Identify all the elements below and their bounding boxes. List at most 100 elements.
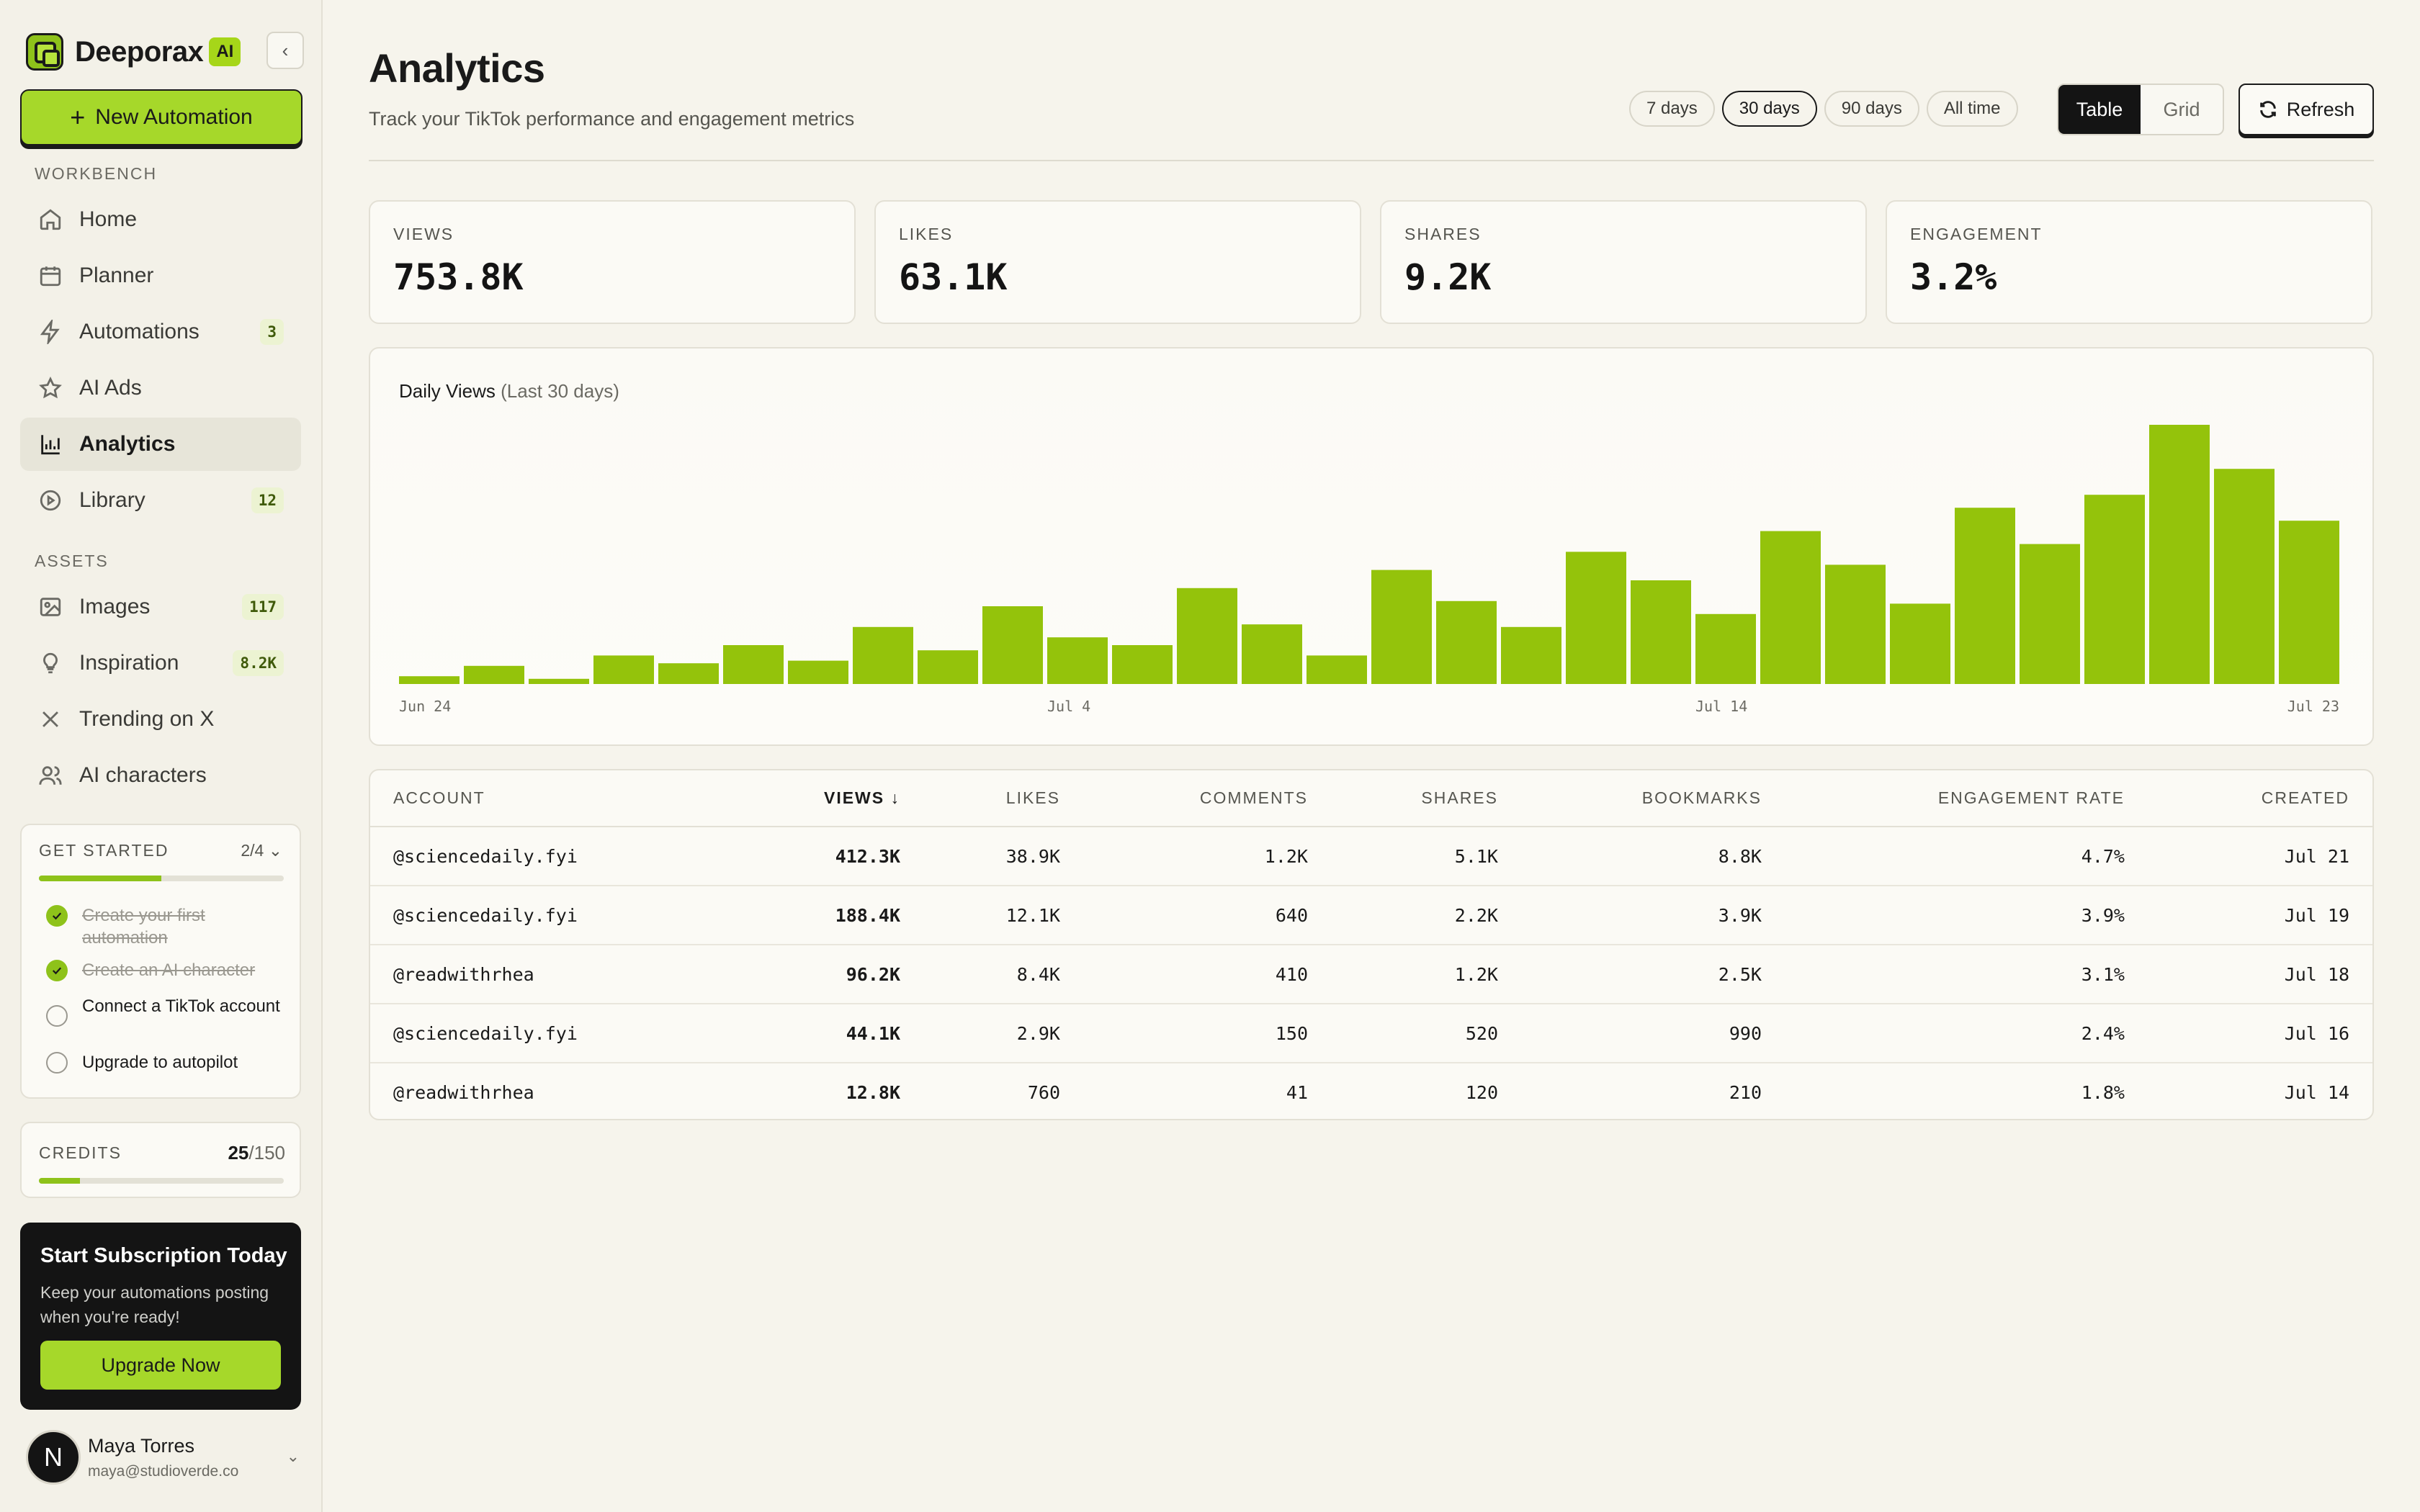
sidebar-item-analytics[interactable]: Analytics bbox=[20, 418, 301, 471]
chart-bar[interactable] bbox=[1890, 603, 1950, 684]
chart-bar[interactable] bbox=[1501, 626, 1561, 684]
column-header-account[interactable]: ACCOUNT bbox=[370, 770, 752, 827]
cell-comments: 41 bbox=[1286, 1082, 1308, 1103]
calendar-icon bbox=[37, 263, 63, 289]
chart-bar[interactable] bbox=[1047, 637, 1108, 684]
chart-bar[interactable] bbox=[918, 650, 978, 684]
column-header-engagement-rate[interactable]: ENGAGEMENT RATE bbox=[1785, 770, 2148, 827]
chart-bar[interactable] bbox=[1307, 655, 1367, 684]
get-started-card: GET STARTED 2/4 ⌄ Create your first auto… bbox=[20, 824, 301, 1099]
sidebar-item-label: Automations bbox=[79, 320, 200, 343]
view-table-button[interactable]: Table bbox=[2058, 85, 2141, 134]
chart-bar[interactable] bbox=[1760, 531, 1821, 684]
chevron-left-icon: ‹ bbox=[282, 39, 289, 61]
range-30-days[interactable]: 30 days bbox=[1721, 91, 1817, 127]
column-header-comments[interactable]: COMMENTS bbox=[1083, 770, 1331, 827]
column-header-created[interactable]: CREATED bbox=[2148, 770, 2372, 827]
cell-likes: 760 bbox=[1027, 1082, 1060, 1103]
column-header-bookmarks[interactable]: BOOKMARKS bbox=[1521, 770, 1785, 827]
sidebar-item-images[interactable]: Images 117 bbox=[20, 580, 301, 634]
task-create-ai-character[interactable]: Create an AI character bbox=[46, 959, 284, 981]
chart-bar[interactable] bbox=[1955, 508, 2015, 684]
credits-progress-bar bbox=[39, 1178, 284, 1184]
new-automation-button[interactable]: + New Automation bbox=[20, 89, 302, 145]
chart-bar[interactable] bbox=[1371, 570, 1432, 684]
sidebar-item-planner[interactable]: Planner bbox=[20, 249, 301, 302]
cell-account: @sciencedaily.fyi bbox=[370, 886, 752, 945]
table-row[interactable]: @readwithrhea 12.8K 760 41 120 210 1.8% Jul 14 bbox=[370, 1063, 2372, 1119]
cell-views: 188.4K bbox=[752, 886, 923, 945]
chart-bar[interactable] bbox=[2020, 544, 2080, 684]
chart-bar[interactable] bbox=[788, 660, 848, 684]
lightning-icon bbox=[37, 319, 63, 345]
stat-value: 9.2K bbox=[1404, 256, 1492, 298]
chart-bar[interactable] bbox=[399, 676, 460, 684]
column-header-likes[interactable]: LIKES bbox=[923, 770, 1083, 827]
chart-bar[interactable] bbox=[658, 663, 719, 684]
upgrade-now-button[interactable]: Upgrade Now bbox=[40, 1341, 281, 1390]
chart-bar[interactable] bbox=[1566, 552, 1626, 684]
table-row[interactable]: @sciencedaily.fyi 44.1K 2.9K 150 520 990 2.4% J… bbox=[370, 1004, 2372, 1063]
task-label: Create an AI character bbox=[82, 960, 256, 980]
header-divider bbox=[369, 160, 2374, 161]
cell-created: Jul 18 bbox=[2148, 945, 2372, 1004]
sidebar-item-label: AI Ads bbox=[79, 376, 142, 400]
cell-comments: 150 bbox=[1083, 1004, 1331, 1063]
chart-bar[interactable] bbox=[529, 678, 589, 684]
task-create-automation[interactable]: Create your first automation bbox=[46, 904, 284, 949]
chart-bar[interactable] bbox=[853, 626, 913, 684]
stat-card-views: VIEWS 753.8K bbox=[369, 200, 856, 324]
chart-bar[interactable] bbox=[1242, 624, 1302, 684]
chart-bar[interactable] bbox=[464, 665, 524, 684]
range-7-days[interactable]: 7 days bbox=[1629, 91, 1715, 127]
task-upgrade-autopilot[interactable]: Upgrade to autopilot bbox=[46, 1051, 284, 1074]
range-all-time[interactable]: All time bbox=[1926, 91, 2018, 127]
user-menu[interactable]: N Maya Torres maya@studioverde.co ⌄ bbox=[26, 1428, 300, 1486]
column-header-shares[interactable]: SHARES bbox=[1331, 770, 1521, 827]
table-row[interactable]: @readwithrhea 96.2K 8.4K 410 1.2K 2.5K 3.1% Jul… bbox=[370, 945, 2372, 1004]
image-icon bbox=[37, 594, 63, 620]
plus-icon: + bbox=[70, 102, 86, 132]
task-connect-tiktok[interactable]: Connect a TikTok account bbox=[46, 995, 284, 1027]
view-grid-button[interactable]: Grid bbox=[2141, 85, 2223, 134]
home-icon bbox=[37, 207, 63, 233]
sidebar-item-inspiration[interactable]: Inspiration 8.2K bbox=[20, 636, 301, 690]
chart-bar[interactable] bbox=[593, 655, 654, 684]
chart-bar[interactable] bbox=[2214, 469, 2275, 684]
sidebar-item-ai-characters[interactable]: AI characters bbox=[20, 749, 301, 802]
sidebar-item-library[interactable]: Library 12 bbox=[20, 474, 301, 527]
chevron-down-icon: ⌄ bbox=[268, 841, 282, 860]
table-row[interactable]: @sciencedaily.fyi 188.4K 12.1K 640 2.2K 3.9K 3… bbox=[370, 886, 2372, 945]
chart-bar[interactable] bbox=[982, 606, 1043, 684]
collapse-sidebar-button[interactable]: ‹ bbox=[266, 32, 304, 69]
sidebar-item-home[interactable]: Home bbox=[20, 193, 301, 246]
range-90-days[interactable]: 90 days bbox=[1824, 91, 1919, 127]
refresh-icon bbox=[2259, 101, 2276, 118]
refresh-button[interactable]: Refresh bbox=[2238, 84, 2374, 135]
credits-progress-fill bbox=[39, 1178, 80, 1184]
brand[interactable]: Deeporax AI bbox=[26, 32, 241, 72]
sidebar-item-automations[interactable]: Automations 3 bbox=[20, 305, 301, 359]
chart-bar[interactable] bbox=[2279, 521, 2339, 684]
sidebar-item-ai-ads[interactable]: AI Ads bbox=[20, 361, 301, 415]
chart-bar[interactable] bbox=[2084, 495, 2145, 684]
chart-bar[interactable] bbox=[2149, 425, 2210, 684]
chart-bar[interactable] bbox=[1177, 588, 1237, 684]
get-started-header[interactable]: GET STARTED 2/4 ⌄ bbox=[39, 841, 282, 860]
chart-bar[interactable] bbox=[1112, 645, 1173, 684]
column-header-views[interactable]: VIEWS ↓ bbox=[752, 770, 923, 827]
chart-bar[interactable] bbox=[1436, 600, 1497, 684]
sidebar-item-label: Home bbox=[79, 207, 138, 231]
cell-account: @readwithrhea bbox=[393, 1082, 534, 1103]
chart-bar[interactable] bbox=[1631, 580, 1691, 684]
chart-bar[interactable] bbox=[1825, 564, 1886, 684]
get-started-title: GET STARTED bbox=[39, 841, 169, 860]
chart-bar[interactable] bbox=[723, 645, 784, 684]
count-badge: 12 bbox=[251, 487, 284, 513]
table-row[interactable]: @sciencedaily.fyi 412.3K 38.9K 1.2K 5.1K 8.8K… bbox=[370, 827, 2372, 886]
credits-value: 25/150 bbox=[228, 1142, 285, 1164]
chart-bar[interactable] bbox=[1695, 613, 1756, 684]
daily-views-chart-card: Daily Views (Last 30 days) Jun 24 Jul 4 Ju… bbox=[369, 347, 2374, 746]
posts-table-card: ACCOUNT VIEWS ↓ LIKES COMMENTS SHARES BO… bbox=[369, 769, 2374, 1120]
sidebar-item-trending-on-x[interactable]: Trending on X bbox=[20, 693, 301, 746]
